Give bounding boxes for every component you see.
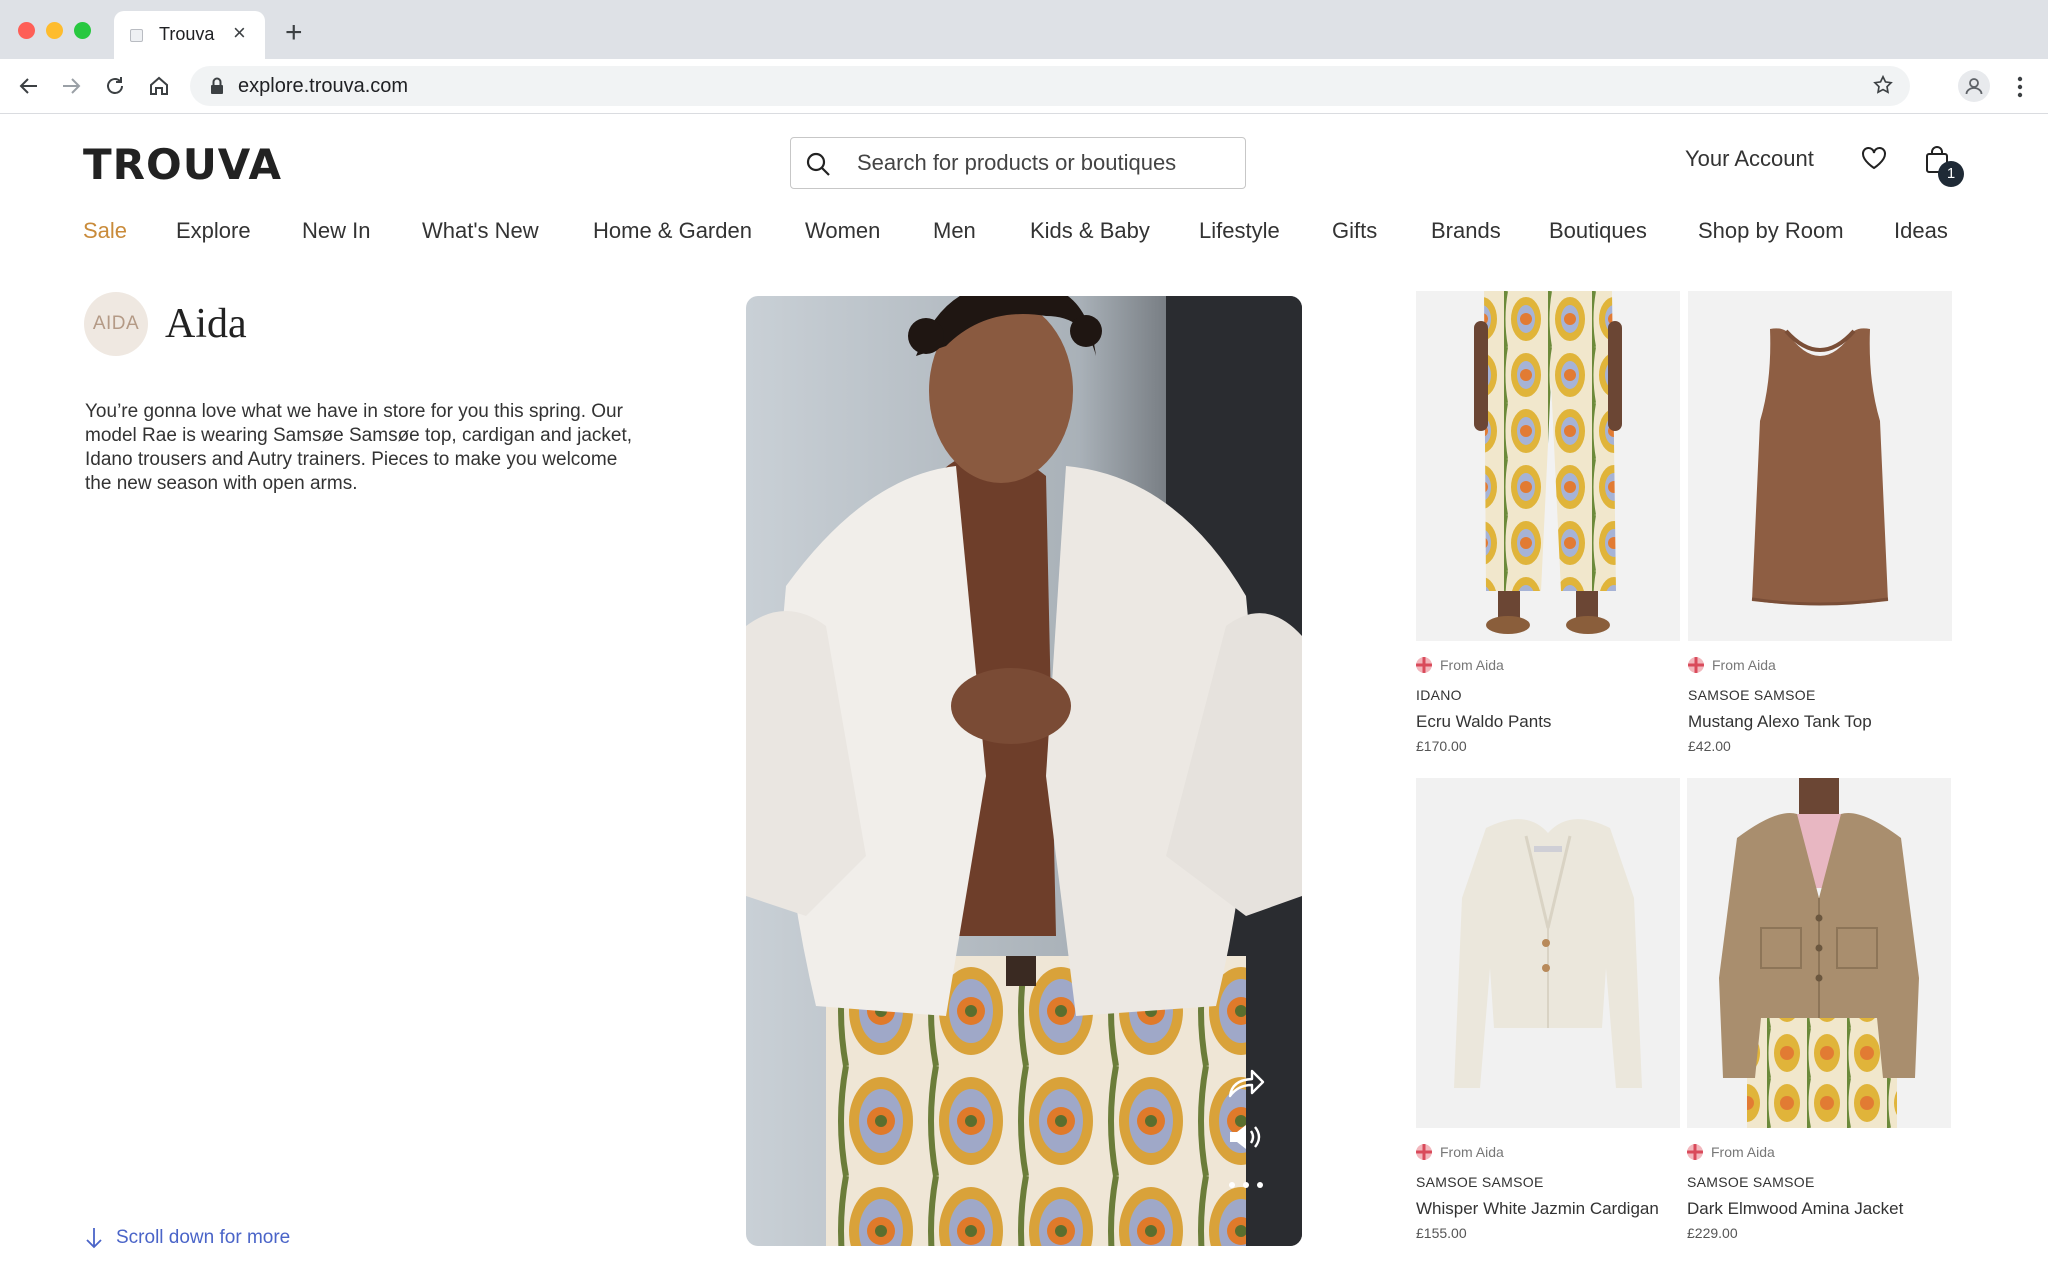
nav-item-whats-new[interactable]: What's New	[422, 218, 539, 244]
product-name[interactable]: Ecru Waldo Pants	[1416, 712, 1551, 732]
back-icon[interactable]	[14, 71, 44, 101]
product-card[interactable]: From Aida SAMSOE SAMSOE Whisper White Ja…	[1416, 778, 1680, 1258]
uk-flag-icon	[1687, 1144, 1703, 1160]
product-price: £170.00	[1416, 738, 1467, 754]
nav-item-sale[interactable]: Sale	[83, 218, 127, 244]
product-image[interactable]	[1687, 778, 1951, 1128]
product-boutique: From Aida	[1416, 1144, 1504, 1160]
tab-title: Trouva	[159, 24, 215, 44]
boutique-avatar[interactable]: AIDA	[84, 292, 148, 356]
product-card[interactable]: From Aida IDANO Ecru Waldo Pants £170.00	[1416, 291, 1680, 771]
product-image[interactable]	[1688, 291, 1952, 641]
product-card[interactable]: From Aida SAMSOE SAMSOE Dark Elmwood Ami…	[1687, 778, 1951, 1258]
boutique-video[interactable]	[746, 296, 1302, 1246]
nav-item-ideas[interactable]: Ideas	[1894, 218, 1948, 244]
profile-icon[interactable]	[1958, 70, 1990, 102]
video-frame-image	[746, 296, 1302, 1246]
nav-item-brands[interactable]: Brands	[1431, 218, 1501, 244]
url-text: explore.trouva.com	[238, 75, 409, 97]
lock-icon	[211, 77, 223, 94]
uk-flag-icon	[1416, 1144, 1432, 1160]
tab-favicon-icon	[130, 29, 143, 42]
minimize-window-button[interactable]	[46, 22, 63, 39]
product-brand: SAMSOE SAMSOE	[1687, 1174, 1815, 1190]
nav-item-gifts[interactable]: Gifts	[1332, 218, 1377, 244]
address-bar[interactable]: explore.trouva.com	[190, 66, 1910, 106]
browser-tabstrip: Trouva × +	[0, 0, 2048, 59]
nav-item-women[interactable]: Women	[805, 218, 880, 244]
arrow-down-icon	[86, 1228, 102, 1249]
forward-icon[interactable]	[56, 71, 86, 101]
product-name[interactable]: Mustang Alexo Tank Top	[1688, 712, 1872, 732]
home-icon[interactable]	[144, 71, 174, 101]
product-brand: SAMSOE SAMSOE	[1688, 687, 1816, 703]
new-tab-icon[interactable]: +	[285, 18, 303, 48]
nav-item-lifestyle[interactable]: Lifestyle	[1199, 218, 1280, 244]
product-boutique-label: From Aida	[1711, 1144, 1775, 1160]
product-boutique-label: From Aida	[1440, 657, 1504, 673]
product-boutique: From Aida	[1687, 1144, 1775, 1160]
uk-flag-icon	[1688, 657, 1704, 673]
volume-icon[interactable]	[1226, 1120, 1266, 1154]
nav-item-home-garden[interactable]: Home & Garden	[593, 218, 752, 244]
product-name[interactable]: Whisper White Jazmin Cardigan	[1416, 1199, 1659, 1219]
product-image[interactable]	[1416, 778, 1680, 1128]
reload-icon[interactable]	[100, 71, 130, 101]
nav-item-kids-baby[interactable]: Kids & Baby	[1030, 218, 1150, 244]
product-boutique-label: From Aida	[1712, 657, 1776, 673]
bag-count-badge: 1	[1938, 161, 1964, 187]
product-price: £155.00	[1416, 1225, 1467, 1241]
your-account-link[interactable]: Your Account	[1685, 146, 1814, 172]
star-icon[interactable]	[1872, 74, 1894, 96]
scroll-down-link[interactable]: Scroll down for more	[84, 1226, 290, 1250]
nav-item-men[interactable]: Men	[933, 218, 976, 244]
scroll-down-label: Scroll down for more	[116, 1227, 291, 1248]
product-image[interactable]	[1416, 291, 1680, 641]
product-price: £229.00	[1687, 1225, 1738, 1241]
product-brand: SAMSOE SAMSOE	[1416, 1174, 1544, 1190]
product-brand: IDANO	[1416, 687, 1462, 703]
product-price: £42.00	[1688, 738, 1731, 754]
nav-item-new-in[interactable]: New In	[302, 218, 370, 244]
heart-icon[interactable]	[1860, 145, 1888, 171]
boutique-description: You’re gonna love what we have in store …	[85, 401, 633, 494]
product-boutique: From Aida	[1688, 657, 1776, 673]
share-icon[interactable]	[1226, 1066, 1266, 1100]
close-window-button[interactable]	[18, 22, 35, 39]
nav-item-shop-by-room[interactable]: Shop by Room	[1698, 218, 1844, 244]
nav-item-boutiques[interactable]: Boutiques	[1549, 218, 1647, 244]
uk-flag-icon	[1416, 657, 1432, 673]
search-input[interactable]	[857, 150, 1227, 176]
main-nav: Sale Explore New In What's New Home & Ga…	[83, 218, 1953, 248]
product-card[interactable]: From Aida SAMSOE SAMSOE Mustang Alexo Ta…	[1688, 291, 1952, 771]
more-icon[interactable]	[1226, 1180, 1266, 1190]
boutique-name[interactable]: Aida	[165, 300, 247, 348]
browser-toolbar: explore.trouva.com	[0, 59, 2048, 114]
menu-icon[interactable]	[2010, 73, 2030, 101]
browser-tab[interactable]: Trouva ×	[114, 11, 265, 59]
product-boutique-label: From Aida	[1440, 1144, 1504, 1160]
maximize-window-button[interactable]	[74, 22, 91, 39]
product-boutique: From Aida	[1416, 657, 1504, 673]
boutique-avatar-text: AIDA	[92, 313, 140, 334]
site-logo[interactable]: TROUVA	[83, 140, 282, 189]
search-box[interactable]	[790, 137, 1246, 189]
product-name[interactable]: Dark Elmwood Amina Jacket	[1687, 1199, 1903, 1219]
nav-item-explore[interactable]: Explore	[176, 218, 251, 244]
close-tab-icon[interactable]: ×	[233, 22, 246, 44]
search-icon	[806, 152, 830, 176]
